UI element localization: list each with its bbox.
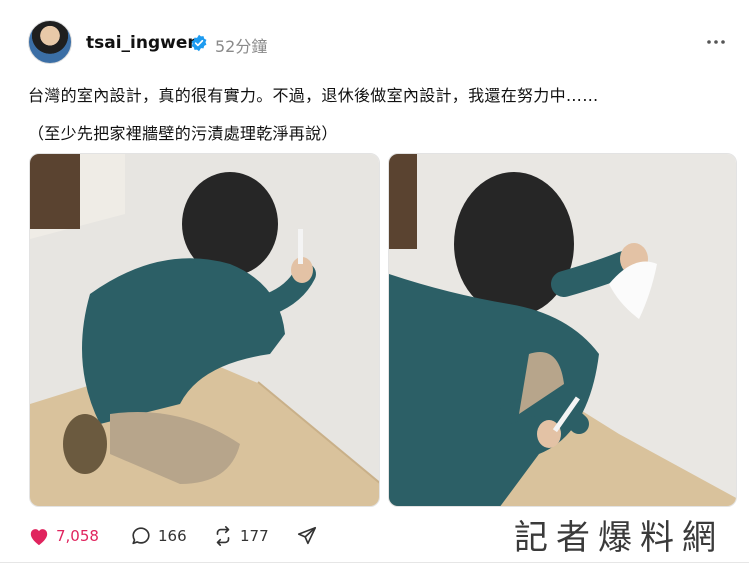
repost-icon (216, 526, 230, 546)
photo-woman-cleaning-wall-toothbrush (30, 154, 379, 506)
username[interactable]: tsai_ingwen (86, 33, 199, 53)
heart-icon (30, 529, 48, 546)
post-timestamp: 52分鐘 (215, 37, 268, 56)
repost-count: 177 (240, 527, 269, 545)
post-photo-1[interactable] (29, 153, 380, 507)
avatar[interactable] (28, 20, 72, 64)
share-button[interactable] (296, 524, 324, 548)
like-count: 7,058 (56, 527, 99, 545)
post-text-line-1: 台灣的室內設計，真的很有實力。不過，退休後做室內設計，我還在努力中…… (28, 86, 599, 105)
post-header: tsai_ingwen 52分鐘 (28, 20, 728, 68)
photo-woman-wiping-wall-tissue (389, 154, 736, 506)
divider (0, 562, 749, 563)
more-options-icon[interactable] (704, 32, 728, 52)
reply-button[interactable]: 166 (130, 524, 187, 548)
watermark: 記者爆料網 (514, 518, 724, 558)
comment-bubble-icon (132, 527, 150, 545)
post-actions: 7,058 166 177 (28, 524, 348, 548)
repost-button[interactable]: 177 (212, 524, 269, 548)
like-button[interactable]: 7,058 (28, 524, 99, 548)
reply-count: 166 (158, 527, 187, 545)
post-text-line-2: （至少先把家裡牆壁的污漬處理乾淨再說） (28, 124, 338, 143)
share-send-icon (297, 526, 317, 545)
post-photo-2[interactable] (388, 153, 737, 507)
verified-badge-icon (191, 34, 207, 52)
